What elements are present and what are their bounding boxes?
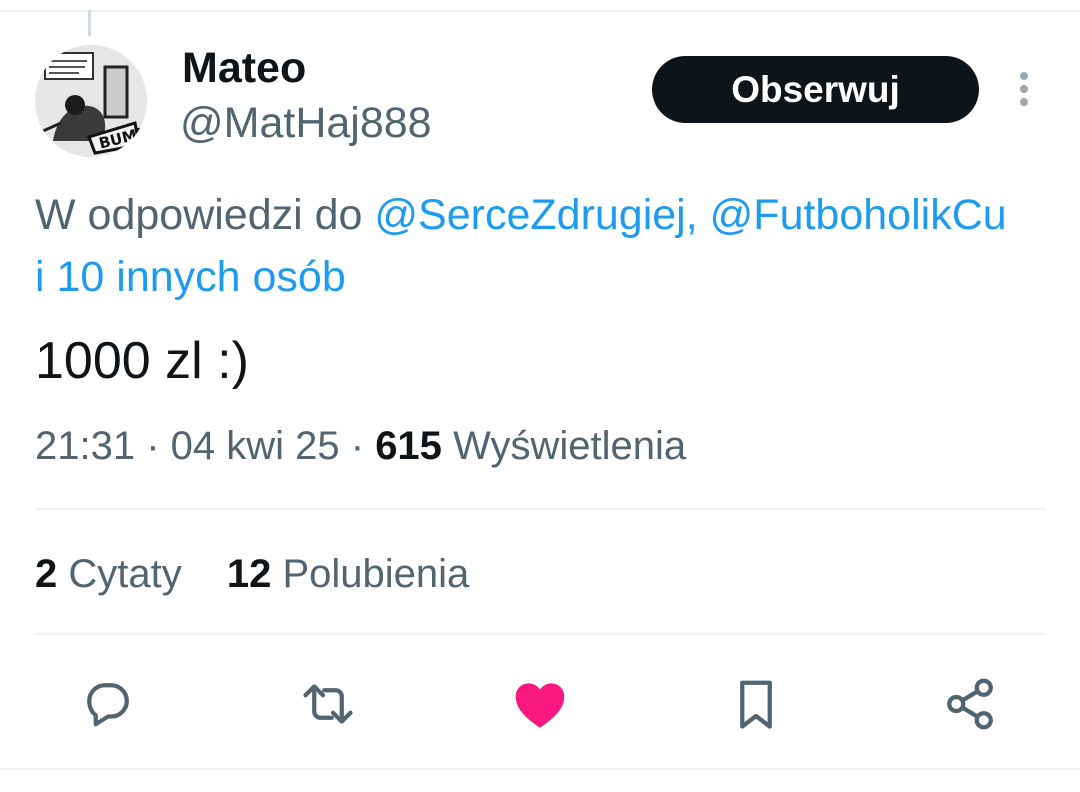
mention-separator: ,: [685, 191, 710, 239]
heart-filled-icon: [515, 683, 565, 728]
follow-button[interactable]: Obserwuj: [652, 56, 979, 123]
mention-link[interactable]: @SerceZdrugiej: [374, 191, 685, 239]
reply-context-line-2: i 10 innych osób: [35, 246, 1080, 308]
retweet-button[interactable]: [296, 672, 360, 736]
bookmark-button[interactable]: [724, 672, 788, 736]
meta-separator: ·: [135, 424, 171, 468]
quotes-stat[interactable]: 2 Cytaty: [35, 550, 182, 598]
tweet-meta: 21:31 · 04 kwi 25 · 615 Wyświetlenia: [35, 422, 686, 470]
avatar[interactable]: BUM!: [35, 45, 147, 157]
tweet-time[interactable]: 21:31: [35, 424, 135, 468]
tweet-text: 1000 zl :): [35, 332, 249, 390]
likes-count: 12: [226, 552, 272, 596]
other-recipients-link[interactable]: i 10 innych osób: [35, 253, 346, 301]
reply-context-line-1: W odpowiedzi do @SerceZdrugiej, @Futboho…: [35, 184, 1080, 246]
quotes-count: 2: [35, 552, 58, 596]
quotes-label: Cytaty: [68, 552, 182, 596]
engagement-stats: 2 Cytaty 12 Polubienia: [35, 550, 469, 598]
likes-stat[interactable]: 12 Polubienia: [227, 550, 469, 598]
reply-button[interactable]: [76, 672, 140, 736]
like-button[interactable]: [508, 672, 572, 736]
meta-separator: ·: [339, 424, 376, 468]
top-divider: [0, 10, 1080, 12]
more-vertical-icon: [1020, 72, 1028, 106]
views-label: Wyświetlenia: [453, 424, 687, 468]
bookmark-icon: [740, 680, 772, 729]
mention-link[interactable]: @FutboholikCu: [710, 191, 1007, 239]
share-icon: [947, 678, 993, 730]
likes-label: Polubienia: [282, 552, 470, 596]
share-button[interactable]: [938, 672, 1002, 736]
views-count: 615: [375, 424, 442, 468]
author-display-name[interactable]: Mateo: [182, 43, 306, 95]
tweet-date[interactable]: 04 kwi 25: [171, 424, 340, 468]
reply-icon: [87, 683, 129, 727]
divider: [35, 508, 1046, 510]
more-options-button[interactable]: [1006, 70, 1042, 110]
thread-connector-line: [88, 10, 91, 36]
reply-prefix: W odpowiedzi do: [35, 191, 375, 239]
reply-context: W odpowiedzi do @SerceZdrugiej, @Futboho…: [35, 184, 1080, 308]
divider: [35, 633, 1046, 635]
author-handle[interactable]: @MatHaj888: [180, 98, 432, 150]
bottom-divider: [0, 768, 1080, 770]
retweet-icon: [303, 684, 353, 724]
